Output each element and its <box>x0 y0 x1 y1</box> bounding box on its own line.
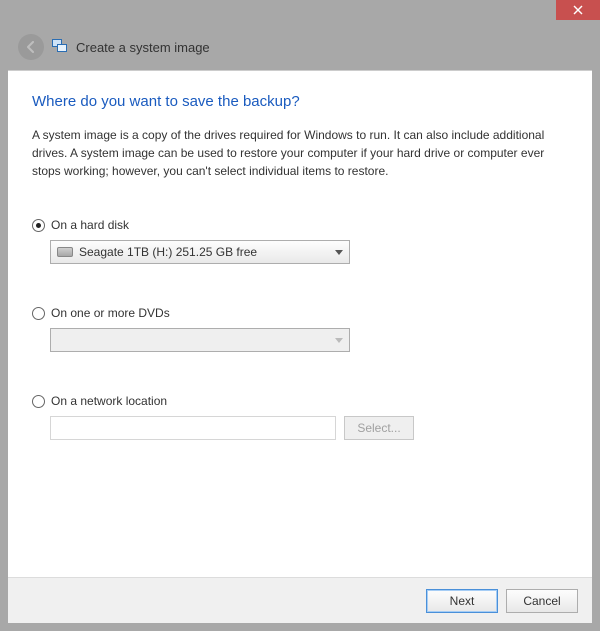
page-heading: Where do you want to save the backup? <box>32 93 568 110</box>
radio-hard-disk-indicator <box>32 219 45 232</box>
window-title: Create a system image <box>76 40 210 55</box>
drive-select[interactable]: Seagate 1TB (H:) 251.25 GB free <box>50 240 350 264</box>
footer-bar: Next Cancel <box>8 577 592 623</box>
cancel-button[interactable]: Cancel <box>506 589 578 613</box>
wizard-window: Create a system image Where do you want … <box>0 0 600 631</box>
system-image-icon <box>52 39 68 55</box>
network-select-button: Select... <box>344 416 414 440</box>
radio-dvd-label: On one or more DVDs <box>51 306 170 320</box>
dvd-select <box>50 328 350 352</box>
content-panel: Where do you want to save the backup? A … <box>8 70 592 623</box>
close-icon <box>573 5 583 15</box>
title-bar <box>0 0 600 24</box>
close-button[interactable] <box>556 0 600 20</box>
radio-network-indicator <box>32 395 45 408</box>
hard-drive-icon <box>57 247 73 257</box>
radio-dvd[interactable]: On one or more DVDs <box>32 306 568 320</box>
chevron-down-icon <box>335 338 343 343</box>
radio-network[interactable]: On a network location <box>32 394 568 408</box>
option-network: On a network location Select... <box>32 394 568 440</box>
radio-network-label: On a network location <box>51 394 167 408</box>
network-path-input <box>50 416 336 440</box>
next-button[interactable]: Next <box>426 589 498 613</box>
page-description: A system image is a copy of the drives r… <box>32 126 568 180</box>
back-arrow-icon <box>24 40 38 54</box>
option-hard-disk: On a hard disk Seagate 1TB (H:) 251.25 G… <box>32 218 568 264</box>
radio-hard-disk-label: On a hard disk <box>51 218 129 232</box>
radio-dvd-indicator <box>32 307 45 320</box>
back-button <box>18 34 44 60</box>
chevron-down-icon <box>335 250 343 255</box>
option-dvd: On one or more DVDs <box>32 306 568 352</box>
drive-select-value: Seagate 1TB (H:) 251.25 GB free <box>79 245 335 259</box>
header-strip: Create a system image <box>0 24 600 70</box>
radio-hard-disk[interactable]: On a hard disk <box>32 218 568 232</box>
